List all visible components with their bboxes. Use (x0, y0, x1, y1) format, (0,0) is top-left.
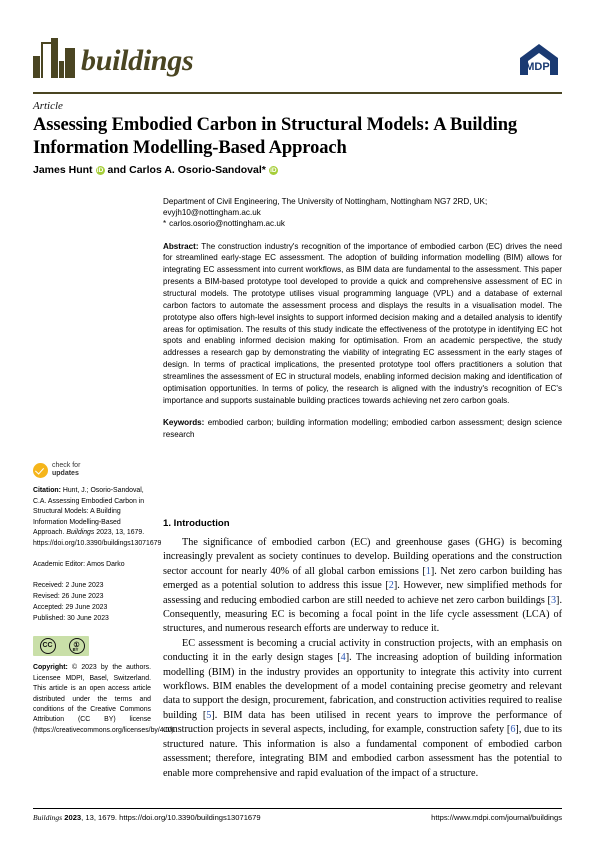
correspondence-email[interactable]: carlos.osorio@nottingham.ac.uk (169, 219, 285, 228)
section-heading: 1. Introduction (163, 518, 230, 529)
orcid-icon[interactable]: iD (95, 165, 105, 175)
cfu-line-1: check for (52, 462, 81, 469)
corresponding-author-mark: * (261, 164, 266, 176)
cfu-line-2: updates (52, 470, 79, 477)
paragraph: EC assessment is becoming a crucial acti… (163, 637, 562, 781)
affiliation-block: Department of Civil Engineering, The Uni… (163, 196, 562, 230)
paragraph-text: ]. BIM data has been utilised in recent … (163, 709, 562, 736)
article-frontmatter: Department of Civil Engineering, The Uni… (163, 196, 562, 440)
abstract-block: Abstract: The construction industry's re… (163, 241, 562, 407)
footer-left: Buildings 2023, 13, 1679. https://doi.or… (33, 813, 261, 822)
author-conjunction: and Carlos A. Osorio-Sandoval (107, 164, 262, 176)
header-divider (33, 92, 562, 94)
citation-block: Citation: Hunt, J.; Osorio-Sandoval, C.A… (33, 486, 161, 550)
copyright-block: Copyright: © 2023 by the authors. Licens… (33, 663, 175, 736)
paragraph: The significance of embodied carbon (EC)… (163, 536, 562, 637)
keywords-label: Keywords: (163, 418, 205, 428)
footer-divider (33, 808, 562, 809)
cc-by-license-badge[interactable]: CC ① BY (33, 636, 89, 657)
citation-label: Citation: (33, 487, 61, 494)
academic-editor: Academic Editor: Amos Darko (33, 560, 125, 568)
creative-commons-icon: CC (39, 638, 56, 655)
cc-by-icon: ① BY (68, 638, 85, 655)
article-type-label: Article (33, 100, 63, 112)
article-sidebar: check for updates Citation: Hunt, J.; Os… (33, 462, 175, 736)
citation-journal: Buildings (66, 529, 95, 537)
date-received: Received: 2 June 2023 (33, 582, 104, 590)
svg-text:MDPI: MDPI (525, 61, 553, 73)
paper-page: buildings MDPI Article Assessing Embodie… (0, 0, 595, 842)
copyright-text: © 2023 by the authors. Licensee MDPI, Ba… (33, 664, 176, 734)
footer-citation[interactable]: , 13, 1679. https://doi.org/10.3390/buil… (81, 813, 260, 822)
publication-dates: Received: 2 June 2023 Revised: 26 June 2… (33, 581, 151, 624)
correspondence-line: * carlos.osorio@nottingham.ac.uk (163, 218, 562, 229)
orcid-icon[interactable]: iD (268, 165, 278, 175)
keywords-block: Keywords: embodied carbon; building info… (163, 417, 562, 440)
footer-right-url[interactable]: https://www.mdpi.com/journal/buildings (431, 813, 562, 822)
abstract-text: The construction industry's recognition … (163, 241, 562, 405)
date-accepted: Accepted: 29 June 2023 (33, 603, 108, 611)
mdpi-logo-icon[interactable]: MDPI (516, 40, 562, 80)
keywords-text: embodied carbon; building information mo… (163, 418, 563, 439)
journal-logo[interactable]: buildings (33, 38, 194, 78)
check-for-updates-badge[interactable]: check for updates (33, 462, 151, 478)
check-circle-icon (33, 462, 48, 478)
abstract-label: Abstract: (163, 241, 199, 251)
journal-header: buildings MDPI (33, 34, 562, 90)
date-published: Published: 30 June 2023 (33, 614, 109, 622)
author-1-name: James Hunt (33, 164, 93, 176)
correspondence-star: * (163, 219, 167, 229)
affiliation-line-1: Department of Civil Engineering, The Uni… (163, 197, 488, 206)
date-revised: Revised: 26 June 2023 (33, 592, 104, 600)
copyright-label: Copyright: (33, 664, 68, 672)
page-title: Assessing Embodied Carbon in Structural … (33, 115, 518, 158)
footer-year: 2023 (64, 813, 82, 822)
footer-journal-name: Buildings (33, 813, 63, 822)
affiliation-email[interactable]: evyjh10@nottingham.ac.uk (163, 207, 562, 218)
author-list: James Hunt iD and Carlos A. Osorio-Sando… (33, 164, 562, 176)
journal-name: buildings (81, 44, 194, 77)
introduction-section: 1. Introduction The significance of embo… (163, 518, 562, 781)
check-for-updates-label: check for updates (52, 462, 80, 478)
buildings-skyline-icon (33, 38, 77, 78)
page-footer: Buildings 2023, 13, 1679. https://doi.or… (33, 813, 562, 822)
cc-by-label: BY (72, 646, 79, 652)
